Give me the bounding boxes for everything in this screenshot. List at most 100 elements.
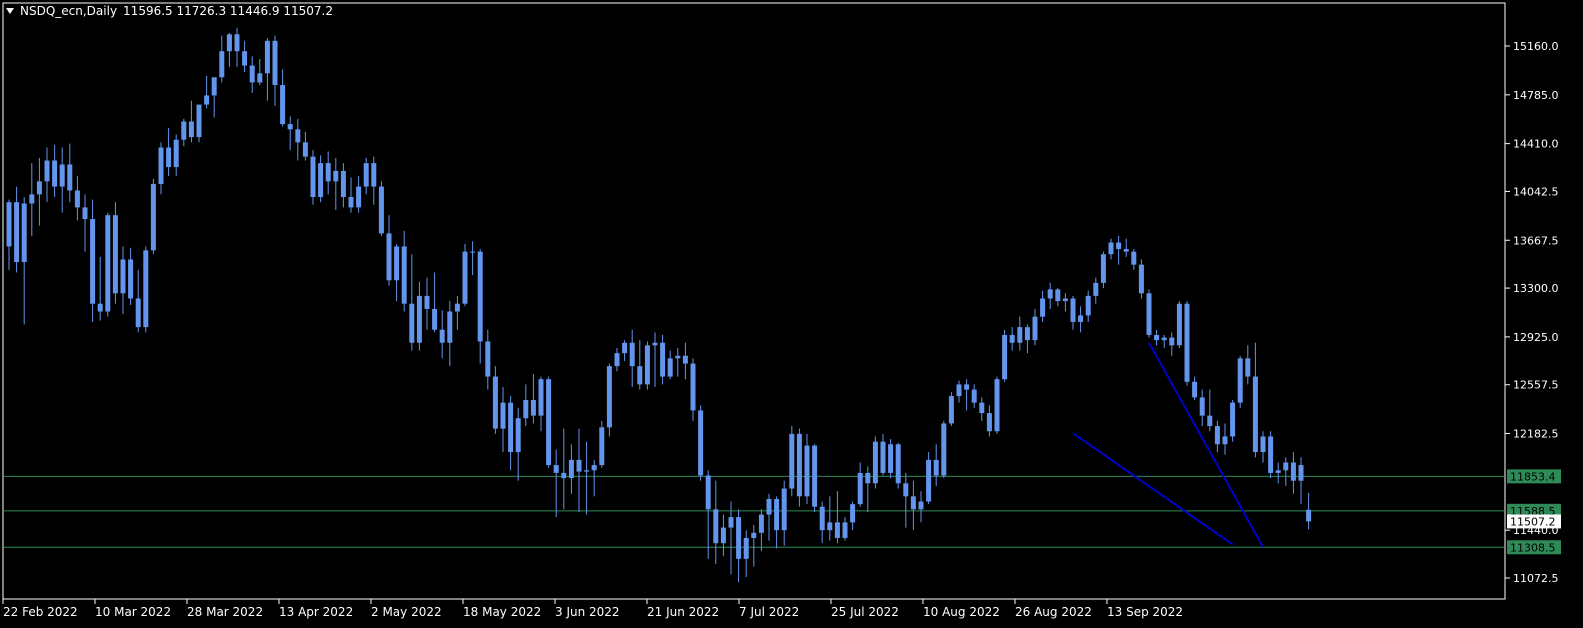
candle-body[interactable] (272, 40, 278, 86)
candle-body[interactable] (964, 384, 970, 390)
candle-body[interactable] (318, 163, 324, 197)
candle-body[interactable] (181, 121, 187, 140)
dropdown-triangle-icon[interactable] (6, 8, 14, 14)
candle-body[interactable] (112, 215, 118, 294)
candle-body[interactable] (333, 170, 339, 182)
candle-body[interactable] (736, 517, 742, 559)
candle-body[interactable] (652, 342, 658, 346)
candle-body[interactable] (508, 402, 514, 453)
candle-body[interactable] (941, 423, 947, 476)
candle-body[interactable] (698, 410, 704, 476)
candle-body[interactable] (606, 366, 612, 428)
candle-body[interactable] (812, 445, 818, 507)
candle-body[interactable] (21, 203, 27, 263)
candle-body[interactable] (538, 379, 544, 416)
candle-body[interactable] (416, 295, 422, 343)
candle-body[interactable] (97, 303, 103, 312)
candle-body[interactable] (14, 202, 20, 263)
candle-body[interactable] (1222, 436, 1228, 445)
candle-body[interactable] (553, 465, 559, 473)
candle-body[interactable] (67, 164, 73, 191)
candle-body[interactable] (59, 164, 65, 187)
candle-body[interactable] (105, 215, 111, 312)
candle-body[interactable] (1298, 465, 1304, 481)
candle-body[interactable] (325, 163, 331, 182)
candle-body[interactable] (895, 444, 901, 484)
candle-body[interactable] (888, 444, 894, 473)
candle-body[interactable] (728, 517, 734, 528)
candle-body[interactable] (1154, 334, 1160, 341)
candle-body[interactable] (979, 402, 985, 414)
candle-body[interactable] (622, 342, 628, 354)
candle-body[interactable] (842, 522, 848, 538)
candle-body[interactable] (1100, 254, 1106, 283)
candle-body[interactable] (462, 251, 468, 304)
candle-body[interactable] (1252, 376, 1258, 453)
candle-body[interactable] (1161, 337, 1167, 341)
candle-body[interactable] (158, 147, 164, 184)
candle-body[interactable] (52, 160, 58, 187)
candle-body[interactable] (135, 298, 141, 328)
candle-body[interactable] (29, 194, 35, 204)
candle-body[interactable] (1146, 293, 1152, 335)
candle-body[interactable] (1131, 251, 1137, 265)
candle-body[interactable] (1268, 436, 1274, 473)
candle-body[interactable] (287, 124, 293, 130)
candle-body[interactable] (971, 389, 977, 403)
candle-body[interactable] (926, 459, 932, 502)
candle-body[interactable] (1184, 303, 1190, 382)
candle-body[interactable] (90, 219, 96, 304)
candle-body[interactable] (1275, 470, 1281, 473)
candle-body[interactable] (1093, 282, 1099, 296)
candle-body[interactable] (781, 488, 787, 531)
candle-body[interactable] (219, 51, 225, 78)
candle-body[interactable] (150, 183, 156, 251)
candle-body[interactable] (447, 311, 453, 343)
candle-body[interactable] (1260, 436, 1266, 453)
candle-body[interactable] (1169, 337, 1175, 346)
candle-body[interactable] (743, 537, 749, 559)
candle-body[interactable] (1002, 334, 1008, 380)
candle-body[interactable] (401, 246, 407, 304)
candle-body[interactable] (1207, 415, 1213, 427)
candle-body[interactable] (576, 459, 582, 472)
candle-body[interactable] (257, 73, 263, 83)
candle-body[interactable] (295, 129, 301, 143)
candle-body[interactable] (348, 196, 354, 208)
candle-body[interactable] (249, 65, 255, 83)
candle-body[interactable] (644, 345, 650, 385)
candle-body[interactable] (880, 441, 886, 473)
candle-body[interactable] (378, 186, 384, 234)
candle-body[interactable] (371, 163, 377, 187)
candle-body[interactable] (1192, 381, 1198, 398)
candle-body[interactable] (758, 514, 764, 533)
candle-body[interactable] (667, 358, 673, 377)
candle-body[interactable] (211, 77, 217, 96)
candle-body[interactable] (1062, 298, 1068, 302)
candle-body[interactable] (1085, 295, 1091, 316)
candle-body[interactable] (994, 379, 1000, 432)
candle-body[interactable] (561, 472, 567, 479)
candle-body[interactable] (918, 501, 924, 510)
candle-body[interactable] (74, 190, 80, 208)
candle-body[interactable] (720, 527, 726, 544)
candle-body[interactable] (394, 246, 400, 281)
candle-body[interactable] (470, 251, 476, 253)
candle-body[interactable] (44, 160, 50, 182)
candle-body[interactable] (226, 34, 232, 52)
candle-body[interactable] (819, 506, 825, 531)
candle-body[interactable] (280, 85, 286, 125)
candle-body[interactable] (660, 342, 666, 377)
candle-body[interactable] (424, 295, 430, 309)
candle-body[interactable] (1283, 462, 1289, 471)
candle-body[interactable] (591, 465, 597, 471)
candle-body[interactable] (432, 308, 438, 330)
candle-body[interactable] (6, 202, 12, 247)
candle-body[interactable] (500, 402, 506, 429)
candle-body[interactable] (439, 329, 445, 343)
candle-body[interactable] (637, 366, 643, 385)
candle-body[interactable] (242, 51, 248, 66)
candle-body[interactable] (766, 498, 772, 515)
candle-body[interactable] (166, 147, 172, 168)
candle-body[interactable] (515, 418, 521, 453)
